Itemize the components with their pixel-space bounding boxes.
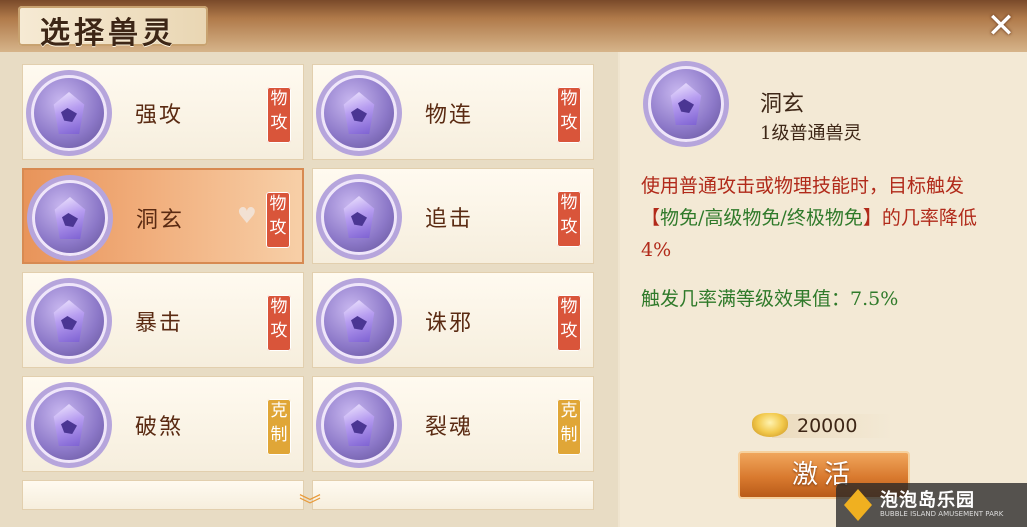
- spirit-card[interactable]: 洞玄 ♥ 物攻: [22, 168, 304, 264]
- type-badge: 物攻: [267, 295, 291, 351]
- detail-spirit-icon: [648, 66, 724, 142]
- detail-level: 1级普通兽灵: [760, 123, 862, 144]
- spirit-icon: [32, 180, 108, 256]
- type-badge: 克制: [267, 399, 291, 455]
- spirit-name: 裂魂: [425, 415, 474, 440]
- spirit-card[interactable]: 暴击 物攻: [22, 272, 304, 368]
- desc-text-green: 物免/高级物免/终极物免: [660, 207, 863, 229]
- close-icon: ✕: [986, 6, 1016, 46]
- type-badge: 克制: [557, 399, 581, 455]
- spirit-name: 洞玄: [136, 208, 185, 233]
- spirit-icon: [321, 179, 397, 255]
- spirit-name: 强攻: [135, 103, 184, 128]
- max-effect-text: 触发几率满等级效果值：7.5%: [641, 288, 899, 310]
- watermark-subtitle: BUBBLE ISLAND AMUSEMENT PARK: [880, 510, 1004, 518]
- spirit-card[interactable]: 裂魂 克制: [312, 376, 594, 472]
- spirit-icon: [31, 75, 107, 151]
- spirit-name: 破煞: [135, 415, 184, 440]
- spirit-name: 暴击: [135, 311, 184, 336]
- spirit-card[interactable]: 诛邪 物攻: [312, 272, 594, 368]
- page-title: 选择兽灵: [40, 16, 176, 51]
- cost-amount: 20000: [797, 415, 858, 437]
- favorite-heart-icon[interactable]: ♥: [237, 204, 257, 229]
- spirit-name: 诛邪: [425, 311, 474, 336]
- type-badge: 物攻: [557, 295, 581, 351]
- gold-ingot-icon: [752, 413, 788, 437]
- spirit-icon: [31, 283, 107, 359]
- watermark-title: 泡泡岛乐园: [880, 490, 975, 511]
- spirit-icon: [321, 75, 397, 151]
- spirit-card-partial[interactable]: [312, 480, 594, 510]
- spirit-card-partial[interactable]: [22, 480, 304, 510]
- spirit-name: 追击: [425, 207, 474, 232]
- detail-name: 洞玄: [760, 92, 805, 117]
- spirit-card[interactable]: 物连 物攻: [312, 64, 594, 160]
- close-button[interactable]: ✕: [981, 6, 1021, 46]
- spirit-card[interactable]: 追击 物攻: [312, 168, 594, 264]
- type-badge: 物攻: [557, 191, 581, 247]
- type-badge: 物攻: [557, 87, 581, 143]
- scroll-down-icon[interactable]: ︾: [290, 488, 330, 519]
- type-badge: 物攻: [266, 192, 290, 248]
- spirit-icon: [321, 283, 397, 359]
- detail-description: 使用普通攻击或物理技能时，目标触发【物免/高级物免/终极物免】的几率降低4%: [641, 170, 1001, 266]
- type-badge: 物攻: [267, 87, 291, 143]
- spirit-icon: [31, 387, 107, 463]
- spirit-card[interactable]: 破煞 克制: [22, 376, 304, 472]
- spirit-name: 物连: [425, 103, 474, 128]
- spirit-card[interactable]: 强攻 物攻: [22, 64, 304, 160]
- spirit-icon: [321, 387, 397, 463]
